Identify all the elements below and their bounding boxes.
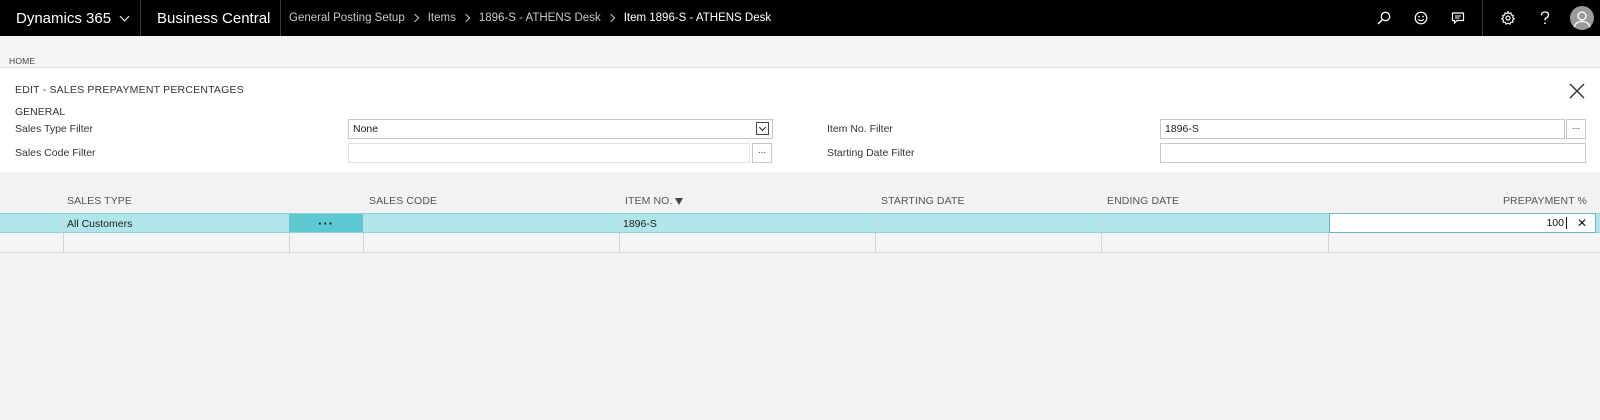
chevron-down-icon [758,123,767,131]
grid-line [875,214,876,232]
starting-date-filter-input[interactable] [1160,143,1586,163]
sales-type-dropdown-button[interactable] [756,122,769,135]
grid-line [619,233,620,252]
chevron-right-icon [410,13,419,23]
sales-type-filter-label: Sales Type Filter [15,123,94,135]
breadcrumb-general-posting-setup[interactable]: General Posting Setup [289,12,405,24]
column-header-starting-date[interactable]: STARTING DATE [881,195,965,207]
help-icon [1540,11,1549,25]
breadcrumb-items[interactable]: Items [428,12,456,24]
prepayment-pct-input[interactable] [1332,216,1564,230]
filter-icon [675,198,684,205]
tab-home[interactable]: HOME [9,56,35,66]
grid-line [363,233,364,252]
table-row-empty[interactable] [0,233,1600,253]
chevron-right-icon [606,13,615,23]
topbar-icons [1365,0,1600,36]
column-header-item-no-label: ITEM NO. [625,195,673,207]
user-profile-button[interactable] [1563,0,1600,36]
item-no-filter-label: Item No. Filter [827,123,893,135]
feedback-button[interactable] [1402,0,1439,36]
notifications-button[interactable] [1439,0,1476,36]
column-header-item-no[interactable]: ITEM NO. [625,195,684,207]
item-no-filter-value: 1896-S [1165,123,1199,135]
chevron-down-icon [119,11,130,21]
grid-line [875,233,876,252]
sales-code-filter-label: Sales Code Filter [15,147,96,159]
sales-type-filter-value: None [353,123,379,135]
item-no-lookup-button[interactable]: ... [1566,119,1586,139]
grid-line [619,214,620,232]
close-button[interactable] [1566,80,1588,102]
grid-line [63,214,64,232]
grid-line [289,233,290,252]
cell-sales-type[interactable]: All Customers [67,218,132,230]
search-button[interactable] [1365,0,1402,36]
smiley-icon [1414,11,1427,25]
column-header-prepayment-pct[interactable]: PREPAYMENT % [1400,195,1587,207]
item-no-filter-input[interactable]: 1896-S [1160,119,1565,139]
column-header-ending-date[interactable]: ENDING DATE [1107,195,1179,207]
prepayment-pct-edit-cell[interactable]: ✕ [1329,213,1596,233]
close-icon [1569,83,1585,99]
grid-line [1101,214,1102,232]
avatar [1569,6,1594,30]
app-name: Dynamics 365 [16,9,112,27]
table-row[interactable]: All Customers ··· 1896-S ✕ [0,213,1600,233]
sales-code-filter-input[interactable] [348,143,750,163]
grid-line [63,233,64,252]
cell-item-no[interactable]: 1896-S [623,218,657,230]
column-header-sales-code[interactable]: SALES CODE [369,195,437,207]
breadcrumb: General Posting Setup Items 1896-S - ATH… [281,0,1365,36]
gear-icon [1500,11,1515,25]
settings-button[interactable] [1489,0,1526,36]
topbar-divider [1482,0,1483,36]
sales-code-lookup-button[interactable]: ... [752,143,772,163]
grid-line [1328,233,1329,252]
product-name[interactable]: Business Central [141,0,281,36]
page-header-panel: EDIT - SALES PREPAYMENT PERCENTAGES GENE… [0,68,1600,172]
section-title-general: GENERAL [15,106,66,118]
page-title: EDIT - SALES PREPAYMENT PERCENTAGES [15,84,244,96]
breadcrumb-current: Item 1896-S - ATHENS Desk [623,12,772,24]
person-icon [1572,11,1591,30]
grid-line [363,214,364,232]
clear-value-button[interactable]: ✕ [1574,215,1590,231]
grid-line [1101,233,1102,252]
chevron-right-icon [461,13,471,23]
breadcrumb-item-card[interactable]: 1896-S - ATHENS Desk [479,12,601,24]
text-caret [1566,217,1567,229]
row-action-menu-button[interactable]: ··· [289,214,363,232]
top-navigation-bar: Dynamics 365 Business Central General Po… [0,0,1600,36]
app-launcher[interactable]: Dynamics 365 [0,0,141,36]
sales-type-filter-select[interactable]: None [348,119,773,139]
chat-icon [1451,12,1464,25]
search-icon [1376,11,1390,25]
action-bar: HOME [0,36,1600,68]
column-header-sales-type[interactable]: SALES TYPE [67,195,132,207]
lines-grid: SALES TYPE SALES CODE ITEM NO. STARTING … [0,172,1600,420]
help-button[interactable] [1526,0,1563,36]
starting-date-filter-label: Starting Date Filter [827,147,915,159]
